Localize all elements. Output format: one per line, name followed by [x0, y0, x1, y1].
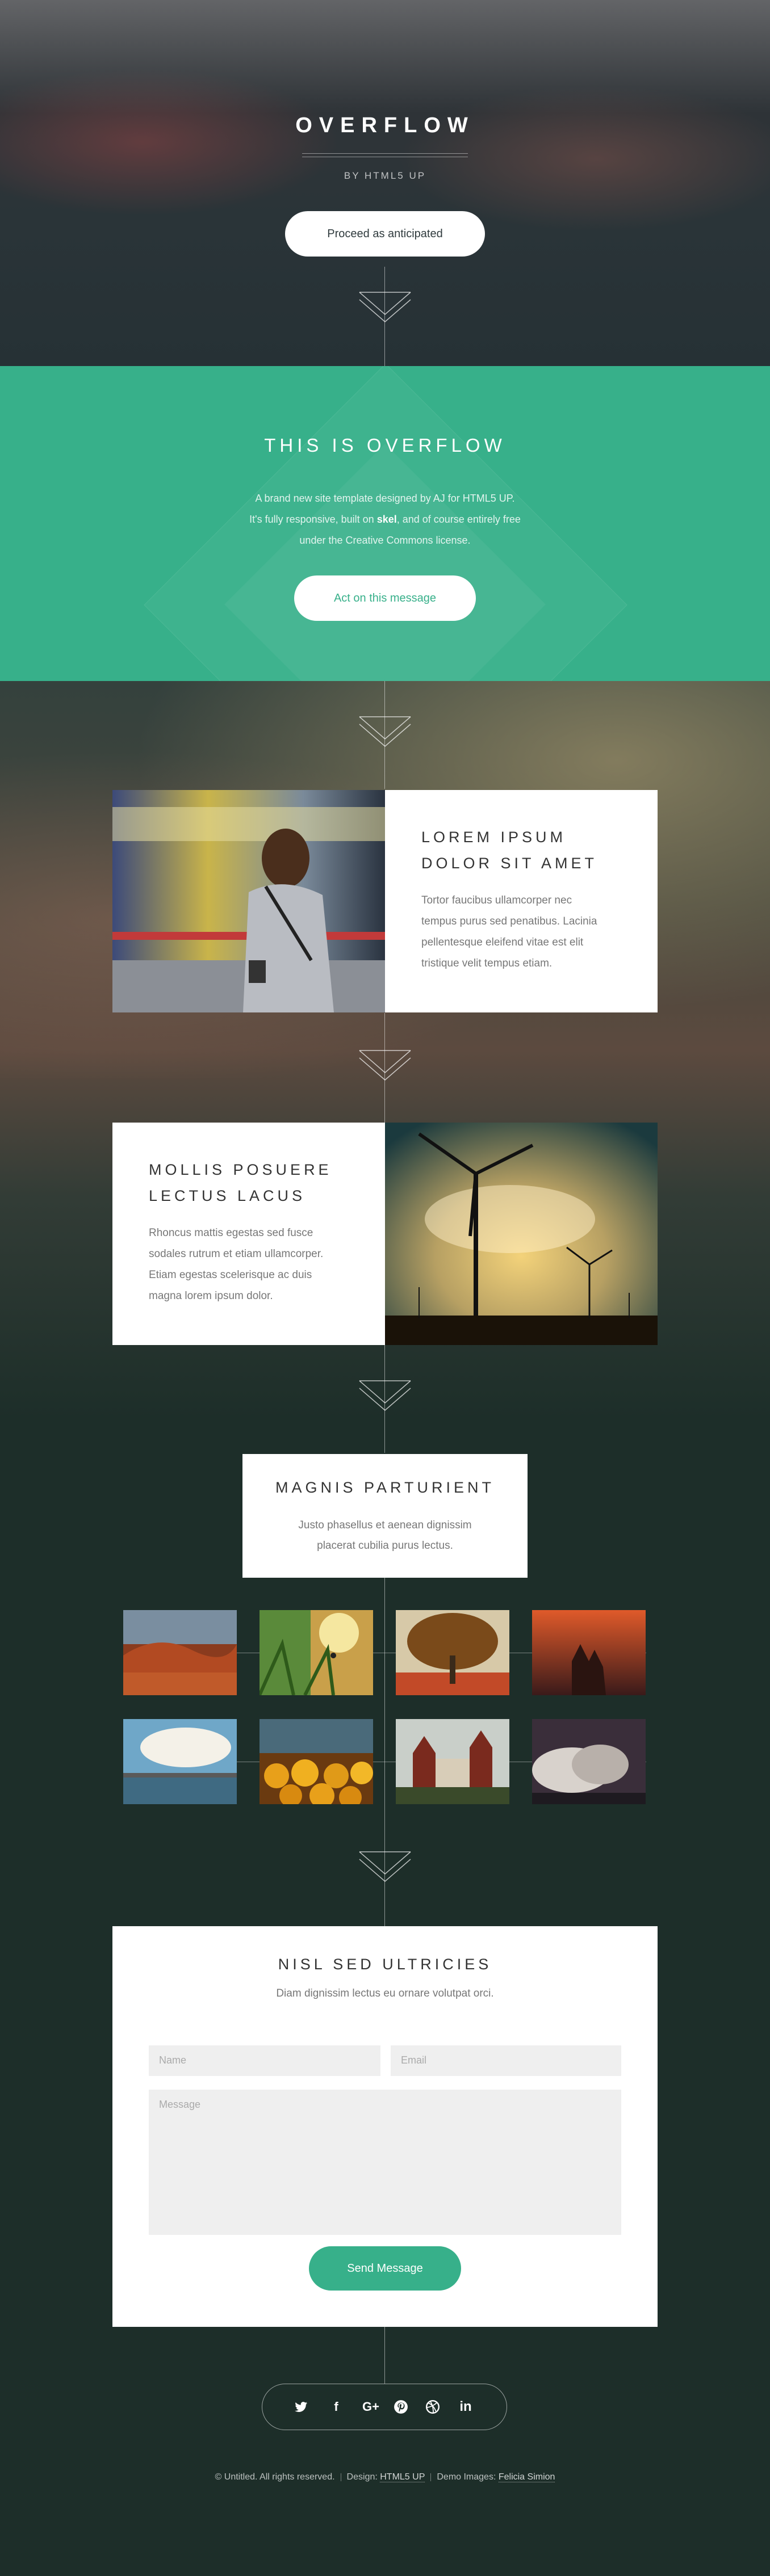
- chevron-down-icon[interactable]: [359, 1851, 411, 1891]
- copyright: © Untitled. All rights reserved.: [215, 2472, 335, 2482]
- gallery-card: MAGNIS PARTURIENT Justo phasellus et aen…: [242, 1454, 528, 1578]
- intro-text-line: under the Creative Commons license.: [299, 535, 471, 546]
- gallery-thumb[interactable]: [532, 1610, 646, 1695]
- footer: © Untitled. All rights reserved. Design: …: [0, 2472, 770, 2482]
- gallery-thumb[interactable]: [396, 1610, 509, 1695]
- dribbble-icon[interactable]: [422, 2397, 443, 2417]
- gallery-title: MAGNIS PARTURIENT: [275, 1479, 495, 1496]
- gallery-thumb[interactable]: [396, 1719, 509, 1804]
- feature2-text: Rhoncus mattis egestas sed fusce sodales …: [149, 1227, 324, 1302]
- gallery-thumb[interactable]: [532, 1719, 646, 1804]
- social-links: f G+ in: [262, 2384, 507, 2430]
- linkedin-icon[interactable]: in: [455, 2397, 476, 2417]
- site-byline: BY HTML5 UP: [344, 170, 426, 181]
- chevron-down-icon[interactable]: [359, 716, 411, 756]
- gallery-thumb[interactable]: [260, 1719, 373, 1804]
- twitter-icon[interactable]: [291, 2397, 311, 2417]
- gallery-thumb[interactable]: [123, 1610, 237, 1695]
- images-label: Demo Images:: [437, 2472, 499, 2482]
- google-plus-icon[interactable]: G+: [357, 2397, 385, 2417]
- feature1-photo: [112, 790, 385, 1012]
- feature1-card: LOREM IPSUM DOLOR SIT AMET Tortor faucibu…: [385, 790, 658, 1012]
- feature2-card: MOLLIS POSUERE LECTUS LACUS Rhoncus matti…: [112, 1123, 385, 1345]
- facebook-icon[interactable]: f: [326, 2397, 346, 2417]
- contact-title: NISL SED ULTRICIES: [278, 1956, 492, 1973]
- gallery-text: Justo phasellus et aenean dignissim place…: [298, 1519, 472, 1552]
- title-divider: [302, 153, 468, 157]
- site-title: OVERFLOW: [295, 114, 475, 137]
- images-credit-link[interactable]: Felicia Simion: [498, 2472, 555, 2482]
- pinterest-icon[interactable]: [391, 2397, 411, 2417]
- chevron-down-icon[interactable]: [359, 292, 411, 331]
- contact-subtitle: Diam dignissim lectus eu ornare volutpat…: [276, 1987, 494, 1999]
- gallery-thumb[interactable]: [123, 1719, 237, 1804]
- intro-text-line: A brand new site template designed by AJ…: [255, 493, 515, 504]
- act-on-message-button[interactable]: Act on this message: [294, 575, 476, 621]
- intro-title: THIS IS OVERFLOW: [264, 435, 506, 456]
- feature2-photo: [385, 1123, 658, 1345]
- name-field[interactable]: Name: [149, 2045, 380, 2076]
- chevron-down-icon[interactable]: [359, 1380, 411, 1420]
- intro-text: A brand new site template designed by AJ…: [0, 488, 770, 551]
- feature2-title: MOLLIS POSUERE LECTUS LACUS: [149, 1161, 332, 1204]
- connector-line: [384, 2327, 385, 2384]
- send-message-button[interactable]: Send Message: [309, 2246, 461, 2291]
- email-field[interactable]: Email: [391, 2045, 621, 2076]
- chevron-down-icon[interactable]: [359, 1050, 411, 1090]
- intro-text-line: It's fully responsive, built on skel, an…: [249, 514, 521, 525]
- contact-card: NISL SED ULTRICIES Diam dignissim lectus…: [112, 1926, 658, 2327]
- gallery-thumb[interactable]: [260, 1610, 373, 1695]
- design-credit-link[interactable]: HTML5 UP: [380, 2472, 425, 2482]
- feature1-text: Tortor faucibus ullamcorper nec tempus pu…: [421, 894, 597, 969]
- message-field[interactable]: Message: [149, 2090, 621, 2235]
- proceed-button[interactable]: Proceed as anticipated: [285, 211, 485, 257]
- design-label: Design:: [346, 2472, 380, 2482]
- feature1-title: LOREM IPSUM DOLOR SIT AMET: [421, 829, 598, 872]
